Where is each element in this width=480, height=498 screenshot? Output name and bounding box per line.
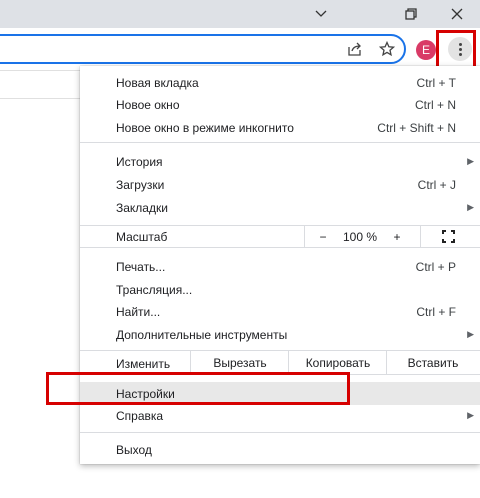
edit-row: Изменить Вырезать Копировать Вставить	[80, 351, 480, 374]
fullscreen-icon[interactable]	[436, 226, 460, 247]
menu-item-label: Трансляция...	[116, 282, 193, 297]
avatar[interactable]: E	[416, 40, 436, 60]
menu-item-more-tools[interactable]: Дополнительные инструменты ▶	[80, 323, 480, 346]
menu-separator	[80, 142, 480, 143]
menu-item-cast[interactable]: Трансляция...	[80, 278, 480, 301]
menu-item-new-window[interactable]: Новое окно Ctrl + N	[80, 93, 480, 116]
menu-item-exit[interactable]: Выход	[80, 438, 480, 461]
menu-item-label: Справка	[116, 408, 164, 423]
submenu-arrow-icon: ▶	[467, 410, 474, 420]
menu-separator	[80, 432, 480, 433]
browser-toolbar: E	[0, 28, 480, 70]
star-icon[interactable]	[376, 38, 398, 60]
menu-item-label: Выход	[116, 442, 152, 457]
menu-item-downloads[interactable]: Загрузки Ctrl + J	[80, 173, 480, 196]
menu-item-help[interactable]: Справка ▶	[80, 404, 480, 427]
menu-item-label: История	[116, 154, 163, 169]
menu-item-print[interactable]: Печать... Ctrl + P	[80, 255, 480, 278]
menu-separator	[80, 247, 480, 248]
menu-item-label: Новая вкладка	[116, 75, 199, 90]
menu-item-label: Печать...	[116, 259, 166, 274]
menu-item-shortcut: Ctrl + F	[416, 304, 456, 319]
menu-button-highlight	[436, 30, 476, 70]
zoom-divider	[304, 226, 305, 247]
menu-item-label: Дополнительные инструменты	[116, 327, 288, 342]
chevron-down-icon[interactable]	[298, 0, 344, 28]
submenu-arrow-icon: ▶	[467, 156, 474, 166]
menu-item-bookmarks[interactable]: Закладки ▶	[80, 196, 480, 219]
zoom-value: 100 %	[342, 229, 378, 244]
submenu-arrow-icon: ▶	[467, 329, 474, 339]
menu-item-new-tab[interactable]: Новая вкладка Ctrl + T	[80, 71, 480, 94]
menu-item-label: Загрузки	[116, 177, 165, 192]
zoom-label: Масштаб	[116, 230, 168, 244]
menu-item-label: Новое окно	[116, 97, 180, 112]
zoom-in-button[interactable]: +	[382, 226, 412, 247]
menu-item-history[interactable]: История ▶	[80, 150, 480, 173]
submenu-arrow-icon: ▶	[467, 202, 474, 212]
title-bar	[0, 0, 480, 28]
menu-item-shortcut: Ctrl + P	[415, 259, 456, 274]
menu-item-label: Закладки	[116, 200, 168, 215]
menu-item-shortcut: Ctrl + N	[414, 97, 456, 112]
menu-item-shortcut: Ctrl + J	[417, 177, 456, 192]
share-icon[interactable]	[344, 38, 366, 60]
close-icon[interactable]	[434, 0, 480, 28]
restore-icon[interactable]	[388, 0, 434, 28]
menu-item-incognito[interactable]: Новое окно в режиме инкогнито Ctrl + Shi…	[80, 116, 480, 139]
menu-item-shortcut: Ctrl + T	[416, 75, 456, 90]
edit-label: Изменить	[116, 357, 171, 371]
page-divider	[0, 98, 80, 99]
zoom-row: Масштаб − 100 % +	[80, 226, 480, 247]
menu-item-shortcut: Ctrl + Shift + N	[377, 120, 456, 135]
paste-button[interactable]: Вставить	[387, 351, 479, 374]
zoom-out-button[interactable]: −	[308, 226, 338, 247]
menu-item-label: Новое окно в режиме инкогнито	[116, 120, 294, 135]
menu-item-find[interactable]: Найти... Ctrl + F	[80, 300, 480, 323]
copy-button[interactable]: Копировать	[289, 351, 387, 374]
menu-item-label: Найти...	[116, 304, 161, 319]
cut-button[interactable]: Вырезать	[191, 351, 289, 374]
settings-highlight	[46, 372, 350, 405]
zoom-divider	[420, 226, 421, 247]
